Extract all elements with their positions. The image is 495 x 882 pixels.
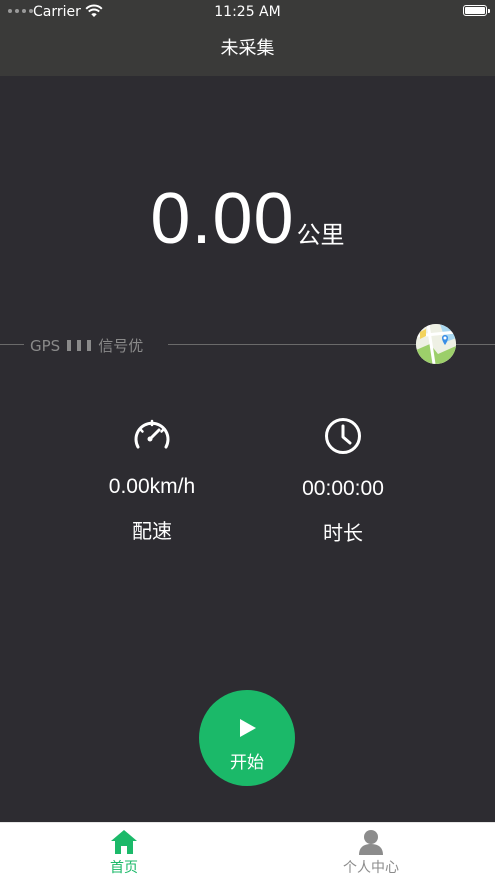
- map-icon: [416, 324, 456, 364]
- duration-value: 00:00:00: [302, 477, 384, 500]
- tab-home[interactable]: 首页: [0, 823, 248, 882]
- gps-label: GPS: [30, 336, 61, 355]
- map-button[interactable]: [416, 324, 456, 364]
- start-button[interactable]: 开始: [199, 690, 295, 786]
- distance-display: 0.00公里: [0, 178, 495, 260]
- play-icon: [240, 719, 256, 737]
- divider-left: [0, 344, 24, 345]
- gps-signal-bars-icon: [64, 337, 94, 355]
- distance-value: 0.00: [150, 179, 295, 259]
- nav-bar: 未采集: [0, 24, 495, 76]
- tab-profile-label: 个人中心: [343, 860, 399, 876]
- speedometer-icon: [134, 419, 170, 449]
- pace-value: 0.00km/h: [108, 475, 196, 498]
- duration-label: 时长: [323, 521, 363, 545]
- battery-icon: [463, 5, 490, 16]
- divider-tail: [456, 344, 495, 345]
- gps-status: GPS 信号优: [30, 335, 143, 356]
- home-icon: [111, 830, 137, 854]
- gps-signal-label: 信号优: [98, 337, 144, 355]
- pace-label: 配速: [132, 519, 172, 543]
- start-button-label: 开始: [230, 753, 264, 773]
- tab-bar: 首页 个人中心: [0, 822, 495, 882]
- status-bar: Carrier 11:25 AM: [0, 0, 495, 24]
- page-title: 未采集: [220, 38, 275, 59]
- tab-profile[interactable]: 个人中心: [247, 823, 495, 882]
- user-icon: [359, 830, 383, 855]
- clock-time: 11:25 AM: [214, 4, 281, 20]
- gps-status-row: GPS 信号优: [0, 324, 495, 364]
- clock-icon: [325, 418, 361, 454]
- pace-metric: 0.00km/h 配速: [52, 417, 252, 544]
- tab-home-label: 首页: [110, 860, 138, 876]
- divider-right: [168, 344, 416, 345]
- distance-unit: 公里: [296, 221, 345, 249]
- duration-metric: 00:00:00 时长: [243, 417, 443, 546]
